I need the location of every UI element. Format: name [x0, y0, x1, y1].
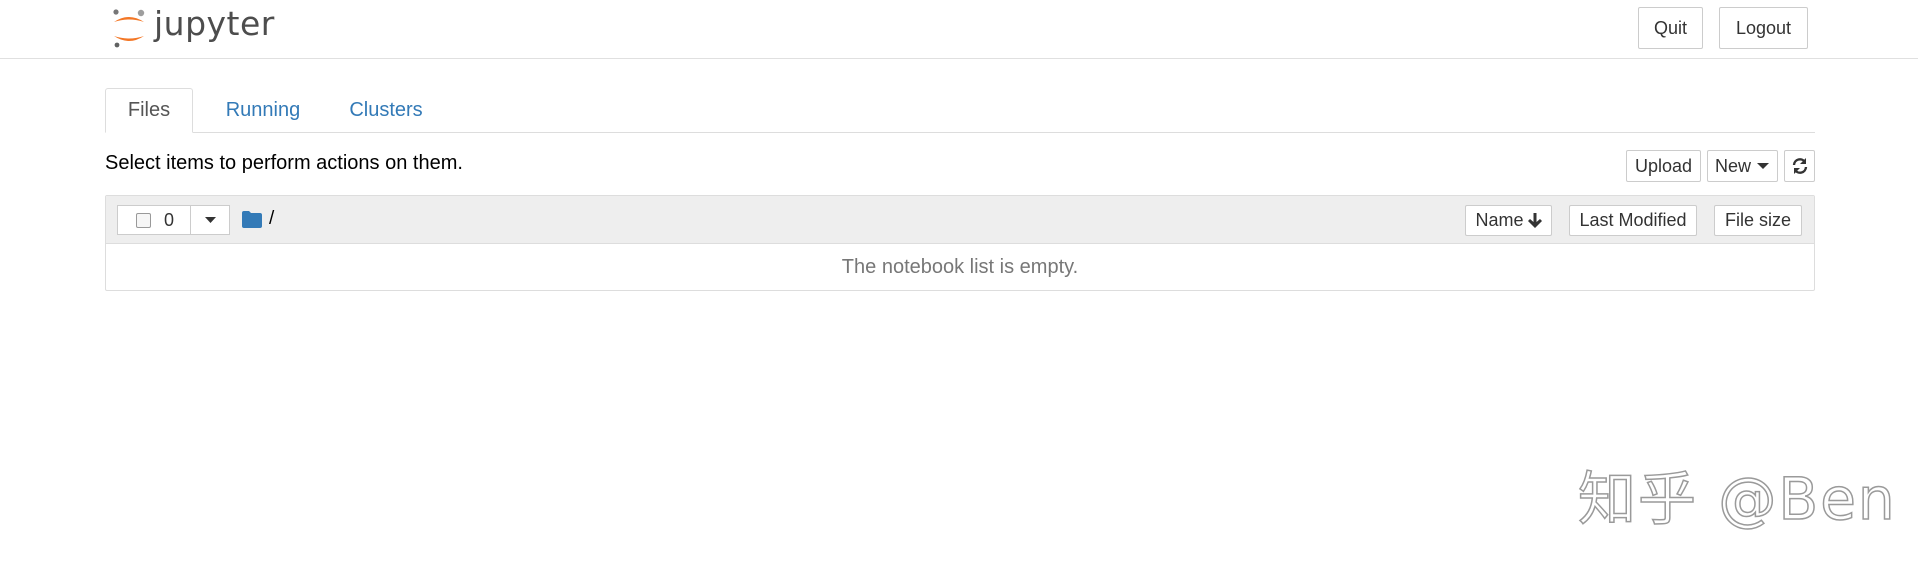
selection-dropdown-button[interactable]	[191, 205, 230, 235]
breadcrumb: /	[242, 208, 274, 230]
caret-down-icon	[1757, 163, 1769, 169]
caret-down-icon	[204, 217, 216, 223]
logo-text: jupyter	[154, 3, 275, 43]
selected-count: 0	[164, 210, 175, 230]
sort-by-last-modified-button[interactable]: Last Modified	[1569, 205, 1697, 236]
logout-button[interactable]: Logout	[1719, 7, 1808, 49]
notebook-list: 0 / Name Last Modified File size The not…	[105, 195, 1815, 291]
tab-files[interactable]: Files	[105, 88, 193, 133]
select-all-checkbox[interactable]	[136, 213, 151, 228]
select-all-group[interactable]: 0	[117, 205, 191, 235]
refresh-button[interactable]	[1784, 150, 1815, 182]
empty-list-message: The notebook list is empty.	[841, 255, 1079, 278]
sort-by-file-size-button[interactable]: File size	[1714, 205, 1802, 236]
jupyter-logo[interactable]: jupyter	[110, 3, 275, 53]
tab-clusters[interactable]: Clusters	[331, 88, 441, 132]
jupyter-logo-icon	[113, 9, 145, 48]
new-label: New	[1714, 155, 1751, 176]
upload-button[interactable]: Upload	[1626, 150, 1701, 182]
list-header: 0 / Name Last Modified File size	[106, 196, 1814, 244]
folder-icon[interactable]	[242, 210, 262, 228]
tab-bar: Files Running Clusters	[105, 88, 1815, 133]
sort-name-label: Name	[1475, 210, 1524, 230]
tab-running[interactable]: Running	[203, 88, 323, 132]
sort-by-name-button[interactable]: Name	[1465, 205, 1552, 236]
header-bar: jupyter Quit Logout	[0, 0, 1918, 59]
breadcrumb-path[interactable]: /	[269, 208, 274, 230]
instruction-text: Select items to perform actions on them.	[105, 152, 463, 174]
refresh-icon	[1792, 158, 1807, 174]
watermark-text: 知乎 @Ben	[1577, 464, 1897, 534]
arrow-down-icon	[1527, 212, 1542, 228]
new-dropdown-button[interactable]: New	[1707, 150, 1778, 182]
quit-button[interactable]: Quit	[1638, 7, 1703, 49]
